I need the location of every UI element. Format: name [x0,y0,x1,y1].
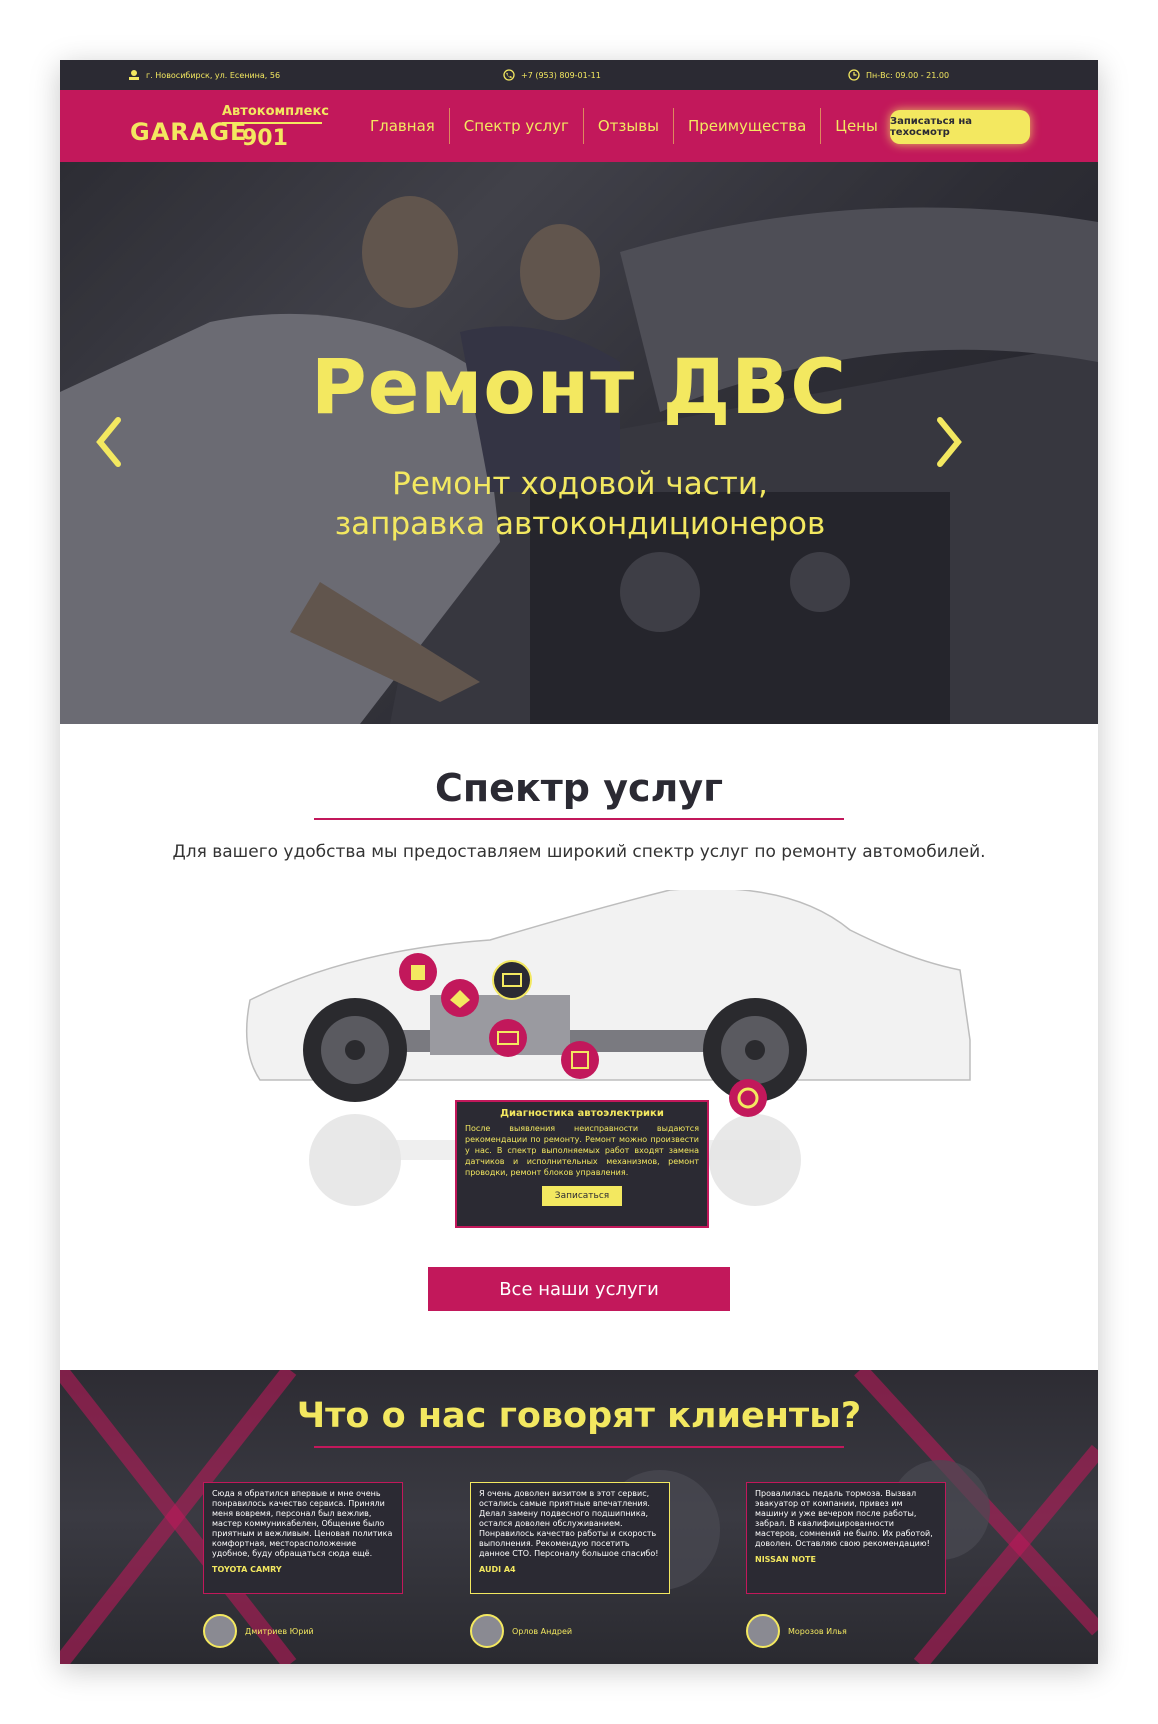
review-car: AUDI A4 [479,1565,516,1574]
wheel-service-icon[interactable] [728,1078,768,1118]
car-cutaway-illustration [245,890,971,1206]
tooltip-text: После выявления неисправности выдаются р… [465,1124,699,1177]
review-author: Орлов Андрей [470,1614,572,1648]
clock-icon [848,69,860,81]
nav-item-advantages[interactable]: Преимущества [674,108,822,144]
reviews-title-underline [314,1446,844,1448]
tooltip-signup-button[interactable]: Записаться [542,1186,622,1206]
logo-divider [222,122,322,124]
review-text: Я очень доволен визитом в этот сервис, о… [479,1489,659,1558]
battery-service-icon[interactable] [492,960,532,1000]
logo[interactable]: GARAGE Автокомплекс 901 [130,102,330,152]
avatar [203,1614,237,1648]
nav-menu: Главная Спектр услуг Отзывы Преимущества… [356,90,892,162]
nav-item-reviews[interactable]: Отзывы [584,108,674,144]
reviews-section: Что о нас говорят клиенты? Сюда я обрати… [60,1370,1098,1664]
location-icon [129,70,139,80]
logo-subtitle: Автокомплекс [222,104,329,119]
electrics-service-icon[interactable] [488,1018,528,1058]
nav-item-services[interactable]: Спектр услуг [450,108,584,144]
slider-prev-arrow-icon[interactable] [90,412,130,472]
logo-number: 901 [242,126,288,151]
review-card: Провалилась педаль тормоза. Вызвал эваку… [746,1482,946,1594]
page: г. Новосибирск, ул. Есенина, 56 +7 (953)… [60,60,1098,1664]
author-name: Дмитриев Юрий [245,1626,314,1636]
tooltip-title: Диагностика автоэлектрики [500,1108,664,1119]
phone-item[interactable]: +7 (953) 809-01-11 [503,60,601,90]
service-tooltip: Диагностика автоэлектрики После выявлени… [455,1100,709,1228]
address-item: г. Новосибирск, ул. Есенина, 56 [128,60,280,90]
hero-slider: Ремонт ДВС Ремонт ходовой части, заправк… [60,162,1098,724]
hours-text: Пн-Вс: 09.00 - 21.00 [866,70,950,80]
review-author: Морозов Илья [746,1614,847,1648]
services-title-underline [314,818,844,820]
nav-item-home[interactable]: Главная [356,108,450,144]
author-name: Морозов Илья [788,1626,847,1636]
engine-service-icon[interactable] [440,978,480,1018]
avatar [470,1614,504,1648]
gearbox-service-icon[interactable] [560,1040,600,1080]
review-card: Сюда я обратился впервые и мне очень пон… [203,1482,403,1594]
review-text: Провалилась педаль тормоза. Вызвал эваку… [755,1489,933,1548]
address-text: г. Новосибирск, ул. Есенина, 56 [146,70,281,80]
top-bar: г. Новосибирск, ул. Есенина, 56 +7 (953)… [60,60,1098,90]
phone-text[interactable]: +7 (953) 809-01-11 [521,71,601,80]
services-title: Спектр услуг [435,766,723,810]
author-name: Орлов Андрей [512,1626,573,1636]
reviews-title: Что о нас говорят клиенты? [296,1396,862,1436]
hours-item: Пн-Вс: 09.00 - 21.00 [848,60,949,90]
review-car: NISSAN NOTE [755,1555,816,1564]
phone-icon [503,69,515,81]
oil-service-icon[interactable] [398,952,438,992]
all-services-button[interactable]: Все наши услуги [428,1267,730,1311]
main-nav: GARAGE Автокомплекс 901 Главная Спектр у… [60,90,1098,162]
review-author: Дмитриев Юрий [203,1614,314,1648]
services-description: Для вашего удобства мы предоставляем шир… [172,842,986,862]
nav-item-prices[interactable]: Цены [821,108,892,144]
hero-subtitle: Ремонт ходовой части, заправка автоконди… [334,466,826,542]
review-car: TOYOTA CAMRY [212,1565,282,1574]
slider-next-arrow-icon[interactable] [928,412,968,472]
inspection-signup-button[interactable]: Записаться на техосмотр [890,110,1030,144]
avatar [746,1614,780,1648]
review-card: Я очень доволен визитом в этот сервис, о… [470,1482,670,1594]
review-text: Сюда я обратился впервые и мне очень пон… [212,1489,393,1558]
